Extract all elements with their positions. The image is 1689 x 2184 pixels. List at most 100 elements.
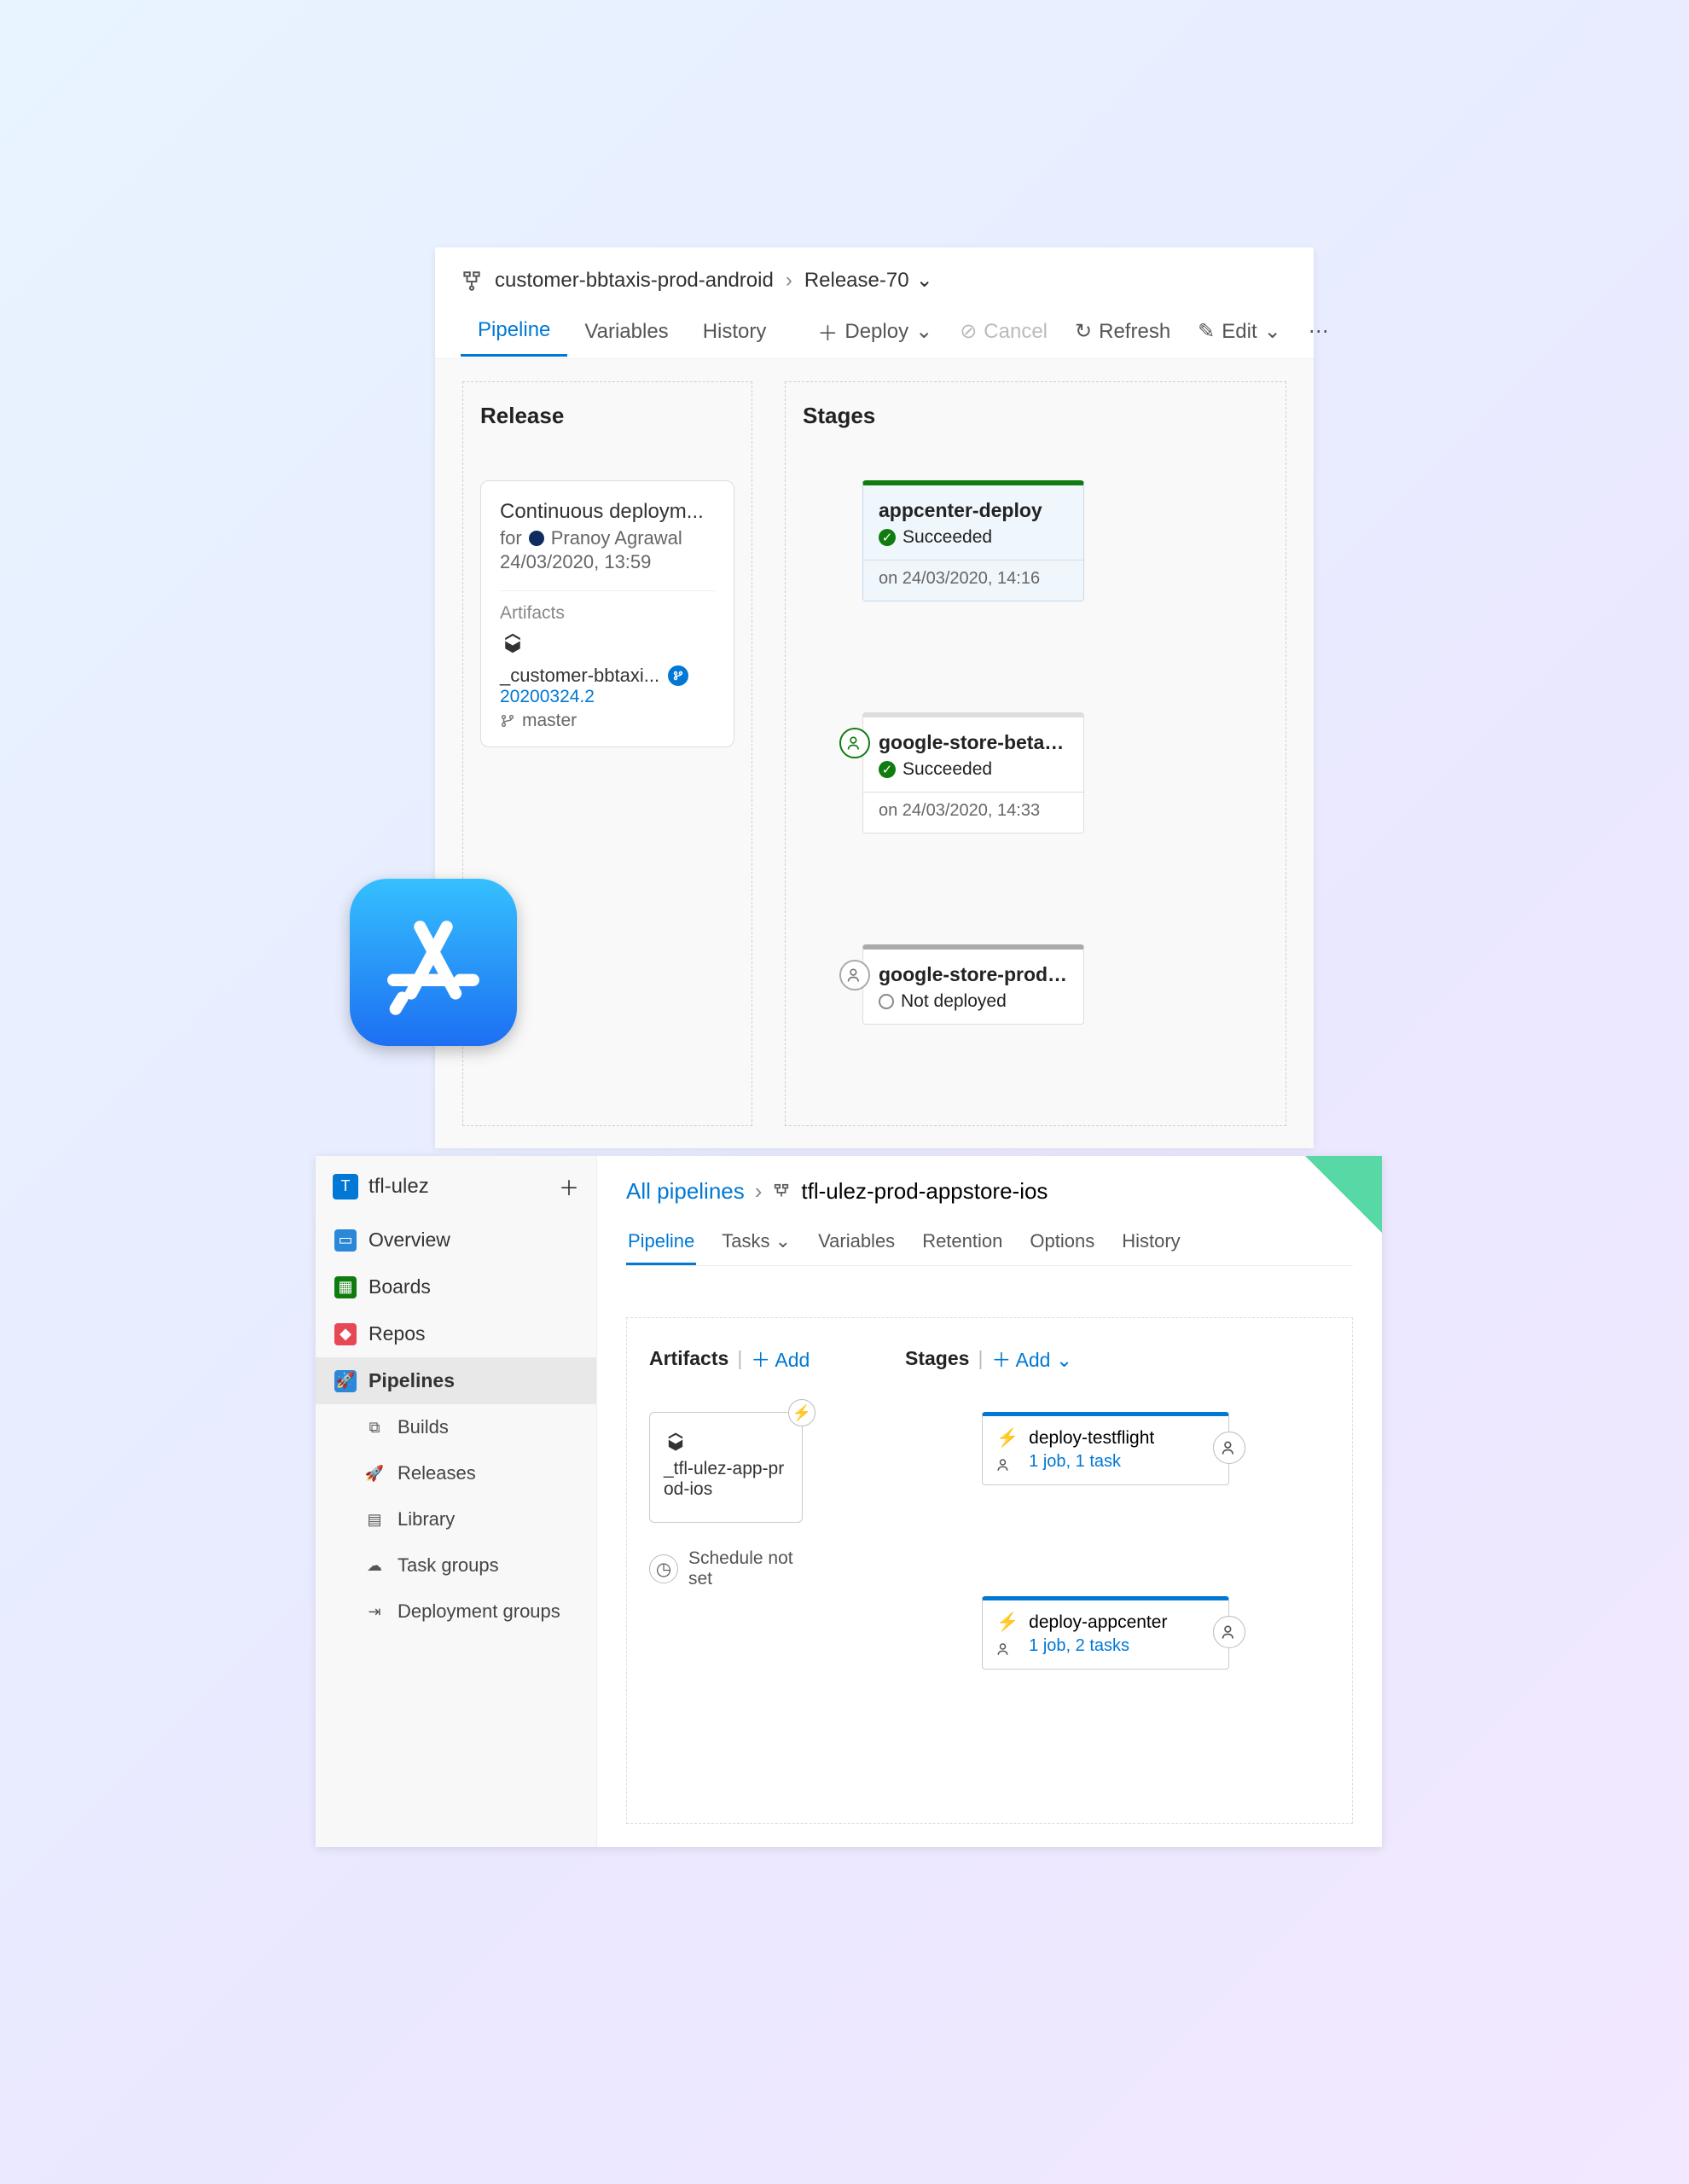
repos-icon: ◆ xyxy=(334,1323,357,1345)
pipeline-canvas: Artifacts | ＋ Add ⚡ _tfl-ulez-app-prod-i… xyxy=(626,1317,1353,1824)
chevron-down-icon: ⌄ xyxy=(915,319,932,344)
stage-status: ✓ Succeeded xyxy=(879,527,1068,548)
predeploy-conditions[interactable]: ⚡ xyxy=(996,1428,1019,1472)
deploy-button[interactable]: ＋ Deploy ⌄ xyxy=(804,305,946,358)
artifact-card[interactable]: ⚡ _tfl-ulez-app-prod-ios xyxy=(649,1412,803,1523)
add-stage-button[interactable]: ＋ Add ⌄ xyxy=(991,1344,1072,1373)
tab-bar: Pipeline Variables History ＋ Deploy ⌄ ⊘ … xyxy=(435,305,1314,359)
refresh-icon: ↻ xyxy=(1075,319,1092,344)
predeploy-approver-icon[interactable] xyxy=(839,728,870,758)
branch-count-badge xyxy=(668,665,688,686)
tab-history[interactable]: History xyxy=(686,308,784,356)
branch-name: master xyxy=(522,711,577,731)
releases-icon: 🚀 xyxy=(363,1462,386,1484)
release-definition-icon xyxy=(461,270,483,292)
stage-name: google-store-produc xyxy=(879,963,1068,986)
stage-card-appcenter[interactable]: appcenter-deploy ✓ Succeeded on 24/03/20… xyxy=(862,480,1084,601)
tab-history[interactable]: History xyxy=(1120,1220,1181,1265)
build-number-link[interactable]: 20200324.2 xyxy=(500,687,715,707)
release-column-title: Release xyxy=(480,403,734,429)
pipeline-editor-window: T tfl-ulez ＋ ▭ Overview ▦ Boards ◆ Repos… xyxy=(316,1156,1382,1847)
tab-options[interactable]: Options xyxy=(1028,1220,1096,1265)
stage-card-appcenter[interactable]: ⚡ deploy-appcenter 1 job, 2 tasks xyxy=(982,1596,1229,1670)
postdeploy-conditions[interactable] xyxy=(1213,1616,1245,1648)
postdeploy-conditions[interactable] xyxy=(1213,1432,1245,1464)
chevron-down-icon: ⌄ xyxy=(1056,1349,1072,1371)
artifact-icon xyxy=(664,1430,788,1454)
cancel-button: ⊘ Cancel xyxy=(946,307,1061,356)
sidebar-item-overview[interactable]: ▭ Overview xyxy=(316,1217,596,1263)
pipeline-editor-main: All pipelines › tfl-ulez-prod-appstore-i… xyxy=(597,1156,1382,1847)
edit-button[interactable]: ✎ Edit ⌄ xyxy=(1184,307,1295,356)
release-author: Pranoy Agrawal xyxy=(551,527,682,549)
release-card[interactable]: Continuous deploym... for Pranoy Agrawal… xyxy=(480,480,734,747)
clock-icon: ◷ xyxy=(649,1554,678,1583)
release-definition-icon xyxy=(772,1182,791,1201)
library-icon: ▤ xyxy=(363,1508,386,1531)
sidebar-project-header[interactable]: T tfl-ulez ＋ xyxy=(316,1156,596,1217)
appstore-logo-icon xyxy=(350,879,517,1046)
branch-row: master xyxy=(500,711,715,731)
tab-variables[interactable]: Variables xyxy=(816,1220,897,1265)
breadcrumb: All pipelines › tfl-ulez-prod-appstore-i… xyxy=(626,1178,1353,1205)
add-artifact-button[interactable]: ＋ Add xyxy=(751,1344,810,1373)
builds-icon: ⧉ xyxy=(363,1416,386,1438)
lightning-icon: ⚡ xyxy=(996,1428,1019,1449)
predeploy-conditions[interactable]: ⚡ xyxy=(996,1612,1019,1657)
sidebar-item-builds[interactable]: ⧉ Builds xyxy=(316,1404,596,1450)
pipelines-icon: 🚀 xyxy=(334,1370,357,1392)
artifacts-column: Artifacts | ＋ Add ⚡ _tfl-ulez-app-prod-i… xyxy=(649,1344,871,1780)
release-author-row: for Pranoy Agrawal xyxy=(500,527,715,549)
sidebar: T tfl-ulez ＋ ▭ Overview ▦ Boards ◆ Repos… xyxy=(316,1156,597,1847)
chevron-right-icon: › xyxy=(786,269,792,293)
artifact-trigger-button[interactable]: ⚡ xyxy=(788,1399,815,1426)
person-icon xyxy=(996,1457,1019,1472)
stages-column: Stages appcenter-deploy ✓ Succeeded on 2… xyxy=(785,381,1286,1126)
stage-name: deploy-appcenter xyxy=(1029,1612,1215,1633)
chevron-down-icon: ⌄ xyxy=(775,1230,791,1252)
predeploy-approver-icon[interactable] xyxy=(839,960,870,990)
artifact-name: _tfl-ulez-app-prod-ios xyxy=(664,1459,788,1500)
sidebar-item-deployment-groups[interactable]: ⇥ Deployment groups xyxy=(316,1589,596,1635)
tab-variables[interactable]: Variables xyxy=(567,308,685,356)
artifact-row[interactable]: _customer-bbtaxi... xyxy=(500,665,715,687)
chevron-down-icon: ⌄ xyxy=(916,268,933,293)
stage-name: google-store-beta-de xyxy=(879,731,1068,754)
tab-tasks[interactable]: Tasks ⌄ xyxy=(720,1220,792,1265)
tab-retention[interactable]: Retention xyxy=(920,1220,1004,1265)
tab-pipeline[interactable]: Pipeline xyxy=(461,306,567,357)
more-button[interactable]: ⋯ xyxy=(1295,307,1343,356)
artifact-name: _customer-bbtaxi... xyxy=(500,665,659,687)
deployment-groups-icon: ⇥ xyxy=(363,1600,386,1623)
corner-fold-decoration xyxy=(1305,1156,1382,1233)
sidebar-item-repos[interactable]: ◆ Repos xyxy=(316,1310,596,1357)
sidebar-item-task-groups[interactable]: ☁ Task groups xyxy=(316,1542,596,1589)
sidebar-item-pipelines[interactable]: 🚀 Pipelines xyxy=(316,1357,596,1404)
stage-card-testflight[interactable]: ⚡ deploy-testflight 1 job, 1 task xyxy=(982,1412,1229,1485)
cancel-icon: ⊘ xyxy=(960,319,977,344)
tab-pipeline[interactable]: Pipeline xyxy=(626,1220,696,1265)
breadcrumb-release-dropdown[interactable]: Release-70 ⌄ xyxy=(804,268,933,293)
not-deployed-icon xyxy=(879,994,894,1009)
chevron-right-icon: › xyxy=(755,1178,763,1205)
breadcrumb-project-link[interactable]: customer-bbtaxis-prod-android xyxy=(495,269,774,293)
breadcrumb: customer-bbtaxis-prod-android › Release-… xyxy=(435,247,1314,305)
sidebar-item-releases[interactable]: 🚀 Releases xyxy=(316,1450,596,1496)
stage-status: Not deployed xyxy=(879,991,1068,1012)
stage-card-google-beta[interactable]: google-store-beta-de ✓ Succeeded on 24/0… xyxy=(862,712,1084,834)
schedule-button[interactable]: ◷ Schedule not set xyxy=(649,1548,871,1589)
stage-jobs-link[interactable]: 1 job, 1 task xyxy=(1029,1452,1215,1472)
branch-icon xyxy=(500,713,515,729)
breadcrumb-current: tfl-ulez-prod-appstore-ios xyxy=(801,1178,1048,1205)
pencil-icon: ✎ xyxy=(1198,319,1215,344)
refresh-button[interactable]: ↻ Refresh xyxy=(1061,307,1184,356)
plus-icon[interactable]: ＋ xyxy=(559,1171,579,1201)
release-view-window: customer-bbtaxis-prod-android › Release-… xyxy=(435,247,1314,1147)
project-icon: T xyxy=(333,1174,358,1199)
sidebar-item-boards[interactable]: ▦ Boards xyxy=(316,1263,596,1310)
sidebar-item-library[interactable]: ▤ Library xyxy=(316,1496,596,1542)
boards-icon: ▦ xyxy=(334,1276,357,1298)
stage-jobs-link[interactable]: 1 job, 2 tasks xyxy=(1029,1636,1215,1656)
stage-card-google-prod[interactable]: google-store-produc Not deployed xyxy=(862,944,1084,1025)
breadcrumb-all-pipelines-link[interactable]: All pipelines xyxy=(626,1178,745,1205)
